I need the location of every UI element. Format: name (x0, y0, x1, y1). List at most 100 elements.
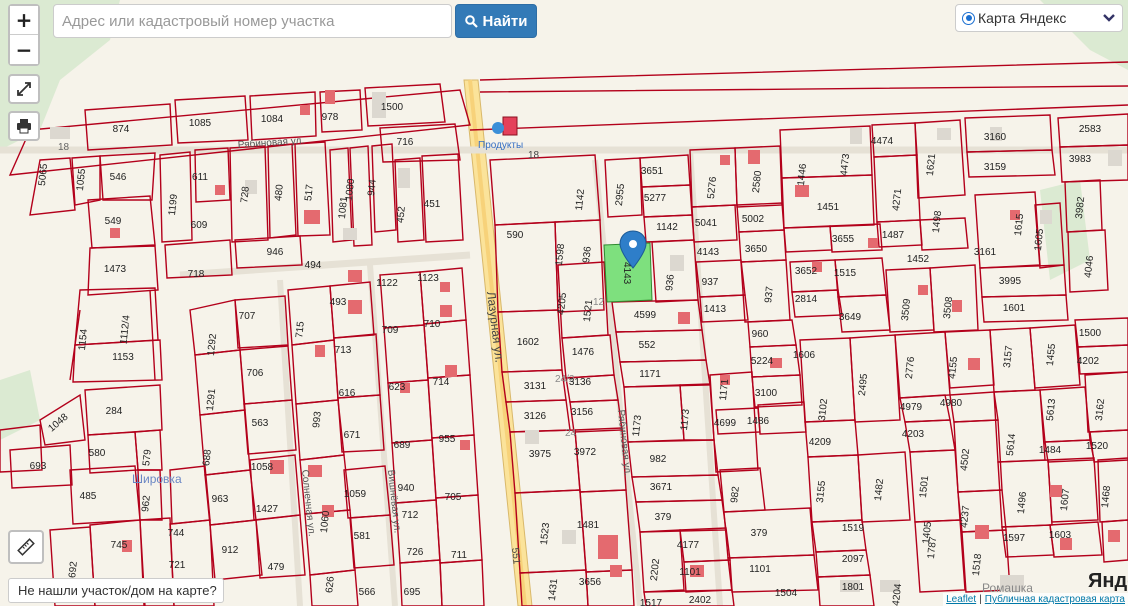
parcel-number: 693 (30, 461, 47, 472)
parcel-number: 284 (106, 406, 123, 417)
parcel-number: 379 (751, 528, 768, 539)
not-found-button[interactable]: Не нашли участок/дом на карте? (8, 578, 224, 603)
place-shirovka: Шировка (132, 472, 182, 486)
parcel-number: 3131 (524, 381, 547, 392)
parcel-number: 709 (382, 325, 399, 336)
parcel-number: 4599 (634, 310, 657, 321)
parcel-number: 1199 (167, 193, 180, 216)
parcel-number: 5277 (644, 193, 667, 204)
parcel-number: 671 (344, 430, 361, 441)
parcel-number: 3972 (574, 447, 597, 458)
parcel-number: 3652 (795, 266, 818, 277)
chevron-down-icon[interactable] (1102, 10, 1116, 26)
parcel-number: 5002 (742, 214, 765, 225)
parcel-number: 493 (330, 297, 347, 308)
parcel-number: 1517 (640, 598, 663, 606)
parcel-number: 955 (439, 434, 456, 445)
measure-button[interactable] (8, 530, 44, 564)
cadastral-map-link[interactable]: Публичная кадастровая карта (985, 594, 1125, 605)
parcel-number: 4177 (677, 540, 700, 551)
parcel-number: 1500 (381, 102, 404, 113)
search-icon (464, 14, 478, 28)
parcel-number: 940 (398, 483, 415, 494)
find-button[interactable]: Найти (455, 4, 537, 38)
parcel-number: 4980 (940, 398, 963, 409)
parcel-number: 1515 (834, 268, 857, 279)
parcel-number: 963 (212, 494, 229, 505)
parcel-number: 1153 (112, 352, 134, 363)
parcel-number: 1603 (1049, 530, 1072, 541)
address-search-input[interactable] (53, 4, 452, 38)
zoom-out-button[interactable]: − (10, 35, 38, 64)
parcel-number: 4979 (900, 402, 923, 413)
parcel-number: 962 (140, 494, 153, 512)
parcel-number: 1154 (77, 328, 90, 351)
leaflet-link[interactable]: Leaflet (946, 594, 976, 605)
parcel-number: 716 (397, 137, 414, 148)
parcel-number: 1101 (749, 564, 771, 575)
parcel-number: 1486 (747, 416, 770, 427)
parcel-number: 710 (424, 319, 441, 330)
parcel-number: 3651 (641, 166, 664, 177)
parcel-number: 728 (239, 185, 252, 203)
parcel-number: 1413 (704, 304, 727, 315)
parcel-number: 1085 (189, 118, 212, 129)
cadastral-map[interactable]: Продукты Рябиновая ул. Лазурная ул. Ряби… (0, 0, 1128, 606)
expand-icon (17, 82, 31, 96)
map-layer-label: Карта Яндекс (978, 10, 1067, 26)
parcel-number: 626 (324, 575, 337, 593)
house-number: 18 (528, 150, 540, 161)
parcel-number: 1801 (842, 582, 865, 593)
radio-selected-icon[interactable] (962, 11, 975, 25)
parcel-number: 452 (395, 205, 408, 223)
map-layer-select[interactable]: Карта Яндекс (955, 4, 1123, 32)
parcel-number: 3156 (571, 407, 594, 418)
parcel-number: 713 (335, 345, 352, 356)
parcel-number: 982 (729, 485, 742, 503)
parcel-number: 711 (451, 550, 467, 561)
shop-icon[interactable] (492, 122, 504, 134)
parcel-number: 2097 (842, 554, 865, 565)
printer-icon (17, 119, 31, 134)
parcel-number: 616 (339, 388, 356, 399)
parcel-number: 705 (445, 492, 462, 503)
parcel-number: 4204 (891, 583, 904, 606)
parcel-number: 1059 (344, 489, 367, 500)
parcel-number: 714 (433, 377, 450, 388)
parcel-number: 579 (141, 448, 154, 466)
parcel-number: 451 (424, 199, 441, 210)
parcel-number: 715 (294, 320, 307, 338)
parcel-number: 549 (105, 216, 122, 227)
parcel-number: 2814 (795, 294, 818, 305)
parcel-number: 5224 (751, 356, 774, 367)
house-number: 551 (509, 547, 522, 565)
parcel-number: 3995 (999, 276, 1022, 287)
parcel-number: 1142 (656, 222, 678, 233)
fullscreen-button[interactable] (8, 74, 40, 104)
parcel-number: 4143 (697, 247, 720, 258)
zoom-in-button[interactable]: + (10, 6, 38, 35)
parcel-number: 946 (267, 247, 284, 258)
parcel-number: 1606 (793, 350, 816, 361)
parcel-number: 3126 (524, 411, 547, 422)
parcel-number: 960 (752, 329, 769, 340)
parcel-number: 1520 (1086, 441, 1109, 452)
parcel-number: 3100 (755, 388, 778, 399)
attribution-separator: | (979, 594, 982, 605)
parcel-number: 611 (192, 172, 208, 183)
parcel-number: 379 (655, 512, 672, 523)
parcel-number: 4202 (1077, 356, 1100, 367)
parcel-number: 3983 (1069, 154, 1092, 165)
parcel-number: 688 (201, 448, 214, 466)
ruler-icon (17, 538, 35, 556)
parcel-number: 3136 (569, 377, 592, 388)
print-button[interactable] (8, 111, 40, 141)
parcel-number: 874 (113, 124, 130, 135)
parcel-number: 609 (191, 220, 208, 231)
parcel-number: 993 (311, 410, 324, 428)
shop-building (502, 116, 518, 136)
parcel-number: 5041 (695, 218, 718, 229)
parcel-number: 744 (168, 528, 185, 539)
poi-label: Продукты (478, 140, 523, 151)
parcel-number: 937 (702, 277, 719, 288)
